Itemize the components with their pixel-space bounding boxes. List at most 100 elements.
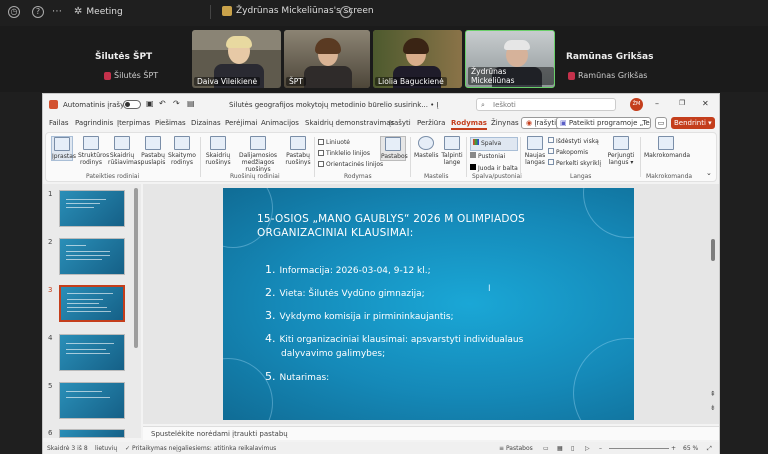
window-arrange-options: Išdėstyti viską Pakopomis Perkelti skyri…: [548, 136, 601, 169]
ribbon-divider: [640, 137, 641, 177]
move-split-button[interactable]: Perkelti skyriklį: [548, 158, 601, 169]
notes-toggle[interactable]: ≡ Pastabos: [499, 445, 533, 452]
thumbnails-scrollbar[interactable]: [134, 188, 138, 348]
zoom-out-icon[interactable]: –: [599, 445, 602, 452]
thumbnail-slide-1[interactable]: [59, 190, 125, 227]
zoom-level[interactable]: 65 %: [683, 445, 698, 452]
language-indicator[interactable]: lietuvių: [95, 445, 117, 452]
normal-view-button[interactable]: Įprastas: [51, 136, 76, 161]
video-tile-liolia[interactable]: Liolia Baguckienė: [373, 30, 462, 88]
thumbnail-slide-4[interactable]: [59, 334, 125, 371]
zoom-button[interactable]: Mastelis: [414, 136, 438, 159]
notes-master-button[interactable]: Pastabų ruošinys: [284, 136, 312, 166]
help-button[interactable]: ?: [32, 6, 44, 18]
comments-button[interactable]: ▭: [655, 117, 667, 129]
tab-piesimas[interactable]: Piešimas: [155, 119, 186, 127]
tab-zinynas[interactable]: Žinynas: [491, 119, 519, 127]
back-button[interactable]: ◷: [8, 6, 20, 18]
meeting-tab[interactable]: ✲ Meeting: [74, 6, 123, 17]
restore-icon[interactable]: ❐: [679, 99, 685, 107]
reading-view-icon: [174, 136, 190, 150]
current-slide[interactable]: 15-OSIOS „MANO GAUBLYS“ 2026 M OLIMPIADO…: [223, 188, 634, 420]
color-button[interactable]: Spalva: [470, 137, 518, 151]
zoom-in-icon[interactable]: +: [671, 445, 676, 452]
macros-label: Makrokomanda: [644, 152, 691, 159]
arrange-all-button[interactable]: Išdėstyti viską: [548, 136, 601, 147]
accessibility-status[interactable]: ✓ Pritaikymas neįgaliesiems: atitinka re…: [125, 445, 276, 452]
screen-share-more-button[interactable]: ⋯: [340, 6, 352, 18]
tab-rodymas[interactable]: Rodymas: [451, 119, 487, 130]
thumbnail-slide-3[interactable]: [59, 285, 125, 322]
tab-pagrindinis[interactable]: Pagrindinis: [75, 119, 113, 127]
view-normal-icon[interactable]: ▭: [543, 445, 549, 452]
macros-button[interactable]: Makrokomanda: [644, 136, 691, 159]
tab-failas[interactable]: Failas: [49, 119, 69, 127]
hair-icon: [504, 40, 530, 50]
slide-title[interactable]: 15-OSIOS „MANO GAUBLYS“ 2026 M OLIMPIADO…: [257, 212, 597, 240]
close-icon[interactable]: ✕: [702, 99, 709, 108]
thumbnail-slide-5[interactable]: [59, 382, 125, 419]
tab-divider: [210, 5, 211, 19]
notes-toggle-label: Pastabos: [505, 445, 533, 452]
video-tile-spt[interactable]: ŠPT: [284, 30, 370, 88]
undo-icon[interactable]: ↶: [159, 99, 166, 108]
new-window-button[interactable]: Naujas langas: [524, 136, 546, 166]
gridlines-checkbox[interactable]: Tinklelio linijos: [318, 148, 383, 159]
customize-qat-icon[interactable]: ▤: [187, 99, 195, 108]
tab-perejimai[interactable]: Perėjimai: [225, 119, 257, 127]
tab-irasyti[interactable]: Įrašyti: [389, 119, 411, 127]
thumbnail-slide-2[interactable]: [59, 238, 125, 275]
collapse-ribbon-icon[interactable]: ⌄: [706, 169, 712, 177]
ribbon-tabs: Failas Pagrindinis Įterpimas Piešimas Di…: [43, 116, 719, 132]
grayscale-button[interactable]: Pustoniai: [470, 151, 518, 163]
outline-view-button[interactable]: Struktūros rodinys: [78, 136, 109, 166]
thumb-text-line: [67, 299, 103, 300]
handout-master-button[interactable]: Dalijamosios medžiagos ruošinys: [236, 136, 280, 173]
video-tile-daiva[interactable]: Daiva Vileikienė: [192, 30, 281, 88]
previous-slide-icon[interactable]: ⇞: [710, 390, 716, 398]
ribbon-divider: [314, 137, 315, 177]
save-icon[interactable]: ▣: [146, 99, 154, 108]
autosave-toggle[interactable]: [123, 100, 141, 109]
slide-master-button[interactable]: Skaidrių ruošinys: [204, 136, 232, 166]
more-left-button[interactable]: ⋯: [52, 6, 62, 17]
user-avatar[interactable]: ŽM: [630, 98, 643, 111]
next-slide-icon[interactable]: ⇟: [710, 404, 716, 412]
document-title[interactable]: Šilutės geografijos mokytojų metodinio b…: [229, 101, 439, 109]
guides-checkbox[interactable]: Orientacinės linijos: [318, 159, 383, 170]
search-box[interactable]: ⌕ Ieškoti: [476, 98, 616, 111]
thumbnail-slide-6[interactable]: [59, 429, 125, 438]
group-show: Rodymas: [344, 173, 372, 180]
tab-skaidriu-demonstravimas[interactable]: Skaidrių demonstravimas: [305, 119, 394, 127]
view-reading-icon[interactable]: ▯: [571, 445, 574, 452]
notes-master-label: Pastabų ruošinys: [285, 152, 311, 166]
tab-iterpimas[interactable]: Įterpimas: [117, 119, 150, 127]
zoom-slider[interactable]: [609, 448, 669, 449]
cascade-button[interactable]: Pakopomis: [548, 147, 601, 158]
slide-sorter-button[interactable]: Skaidrių rūšiavimas: [108, 136, 141, 166]
view-sorter-icon[interactable]: ▦: [557, 445, 563, 452]
fit-slide-icon[interactable]: ⤢: [707, 445, 712, 453]
notes-button[interactable]: Pastabos: [380, 136, 408, 161]
slide-list-item: 2. Vieta: Šilutės Vydūno gimnazija;: [265, 287, 585, 300]
clock-icon: ◷: [8, 6, 20, 18]
fit-to-window-button[interactable]: Talpinti lange: [440, 136, 464, 166]
notes-page-button[interactable]: Pastabų puslapis: [140, 136, 166, 166]
tab-dizainas[interactable]: Dizainas: [191, 119, 221, 127]
slide-list-item: 1. Informacija: 2026-03-04, 9-12 kl.;: [265, 264, 585, 277]
share-button[interactable]: Bendrinti ▾: [671, 117, 715, 129]
switch-windows-button[interactable]: Perjungti langus ▾: [606, 136, 636, 166]
reading-view-button[interactable]: Skaitymo rodinys: [168, 136, 196, 166]
notes-pane[interactable]: Spustelėkite norėdami įtraukti pastabų: [143, 426, 719, 440]
tab-perziura[interactable]: Peržiūra: [417, 119, 445, 127]
grayscale-icon: [470, 152, 476, 158]
present-in-teams-button[interactable]: ▣ Pateikti programoje „Teams: [556, 117, 651, 129]
slide-scrollbar[interactable]: [711, 239, 715, 261]
ruler-checkbox[interactable]: Liniuotė: [318, 137, 383, 148]
minimize-icon[interactable]: –: [655, 99, 659, 108]
notes-button-label: Pastabos: [381, 153, 408, 160]
redo-icon[interactable]: ↷: [173, 99, 180, 108]
video-tile-zydrunas[interactable]: Žydrūnas Mickeliūnas: [465, 30, 555, 88]
view-slideshow-icon[interactable]: ▷: [585, 445, 590, 452]
tab-animacijos[interactable]: Animacijos: [261, 119, 299, 127]
